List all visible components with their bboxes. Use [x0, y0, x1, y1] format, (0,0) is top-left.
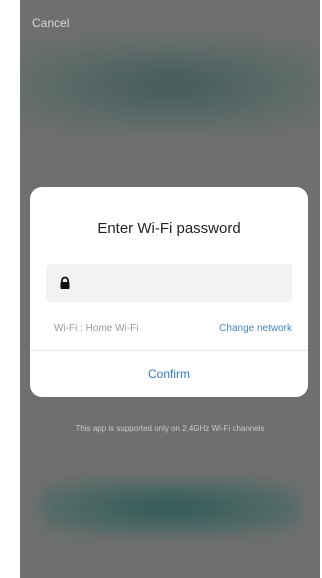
wifi-password-dialog: Enter Wi-Fi password Wi-Fi : Home Wi-Fi …	[30, 187, 308, 397]
confirm-button[interactable]: Confirm	[30, 351, 308, 397]
dialog-title: Enter Wi-Fi password	[97, 220, 241, 237]
blurred-background-top	[20, 40, 320, 130]
password-field[interactable]	[46, 264, 292, 302]
blurred-background-button	[40, 480, 300, 535]
lock-icon	[60, 276, 70, 289]
wifi-support-note: This app is supported only on 2.4GHz Wi-…	[75, 424, 265, 433]
wifi-name-label: Wi-Fi : Home Wi-Fi	[54, 323, 139, 334]
cancel-button[interactable]: Cancel	[32, 16, 69, 30]
change-network-link[interactable]: Change network	[219, 323, 292, 334]
